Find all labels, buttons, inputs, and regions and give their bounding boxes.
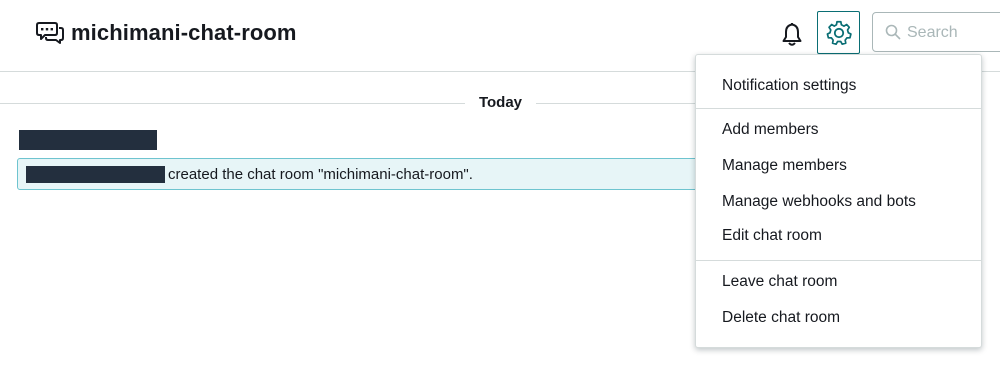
- menu-item-edit-chat-room[interactable]: Edit chat room: [696, 219, 981, 253]
- bell-icon: [782, 22, 802, 46]
- menu-item-leave-chat-room[interactable]: Leave chat room: [696, 265, 981, 299]
- day-divider-line: [536, 103, 706, 104]
- settings-button[interactable]: [817, 11, 860, 54]
- redacted-sender-name: [19, 130, 157, 150]
- menu-item-manage-webhooks-and-bots[interactable]: Manage webhooks and bots: [696, 185, 981, 219]
- chat-room-page: michimani-chat-room Today crea: [0, 0, 1000, 369]
- gear-icon: [826, 20, 852, 45]
- menu-item-manage-members[interactable]: Manage members: [696, 149, 981, 183]
- search-box[interactable]: [872, 12, 1000, 52]
- system-message-text: created the chat room "michimani-chat-ro…: [168, 166, 473, 183]
- menu-divider: [696, 260, 981, 261]
- room-title: michimani-chat-room: [71, 20, 297, 45]
- day-label: Today: [478, 94, 523, 111]
- redacted-user-name: [26, 166, 165, 183]
- settings-menu: Notification settings Add members Manage…: [695, 54, 982, 348]
- menu-item-delete-chat-room[interactable]: Delete chat room: [696, 301, 981, 335]
- notifications-button[interactable]: [774, 17, 810, 51]
- menu-item-add-members[interactable]: Add members: [696, 113, 981, 147]
- menu-item-notification-settings[interactable]: Notification settings: [696, 69, 981, 103]
- search-input[interactable]: [907, 21, 1000, 45]
- day-divider-line: [0, 103, 465, 104]
- search-icon: [885, 24, 901, 40]
- menu-divider: [696, 108, 981, 109]
- chat-bubbles-icon: [36, 22, 64, 44]
- system-message: created the chat room "michimani-chat-ro…: [17, 158, 717, 190]
